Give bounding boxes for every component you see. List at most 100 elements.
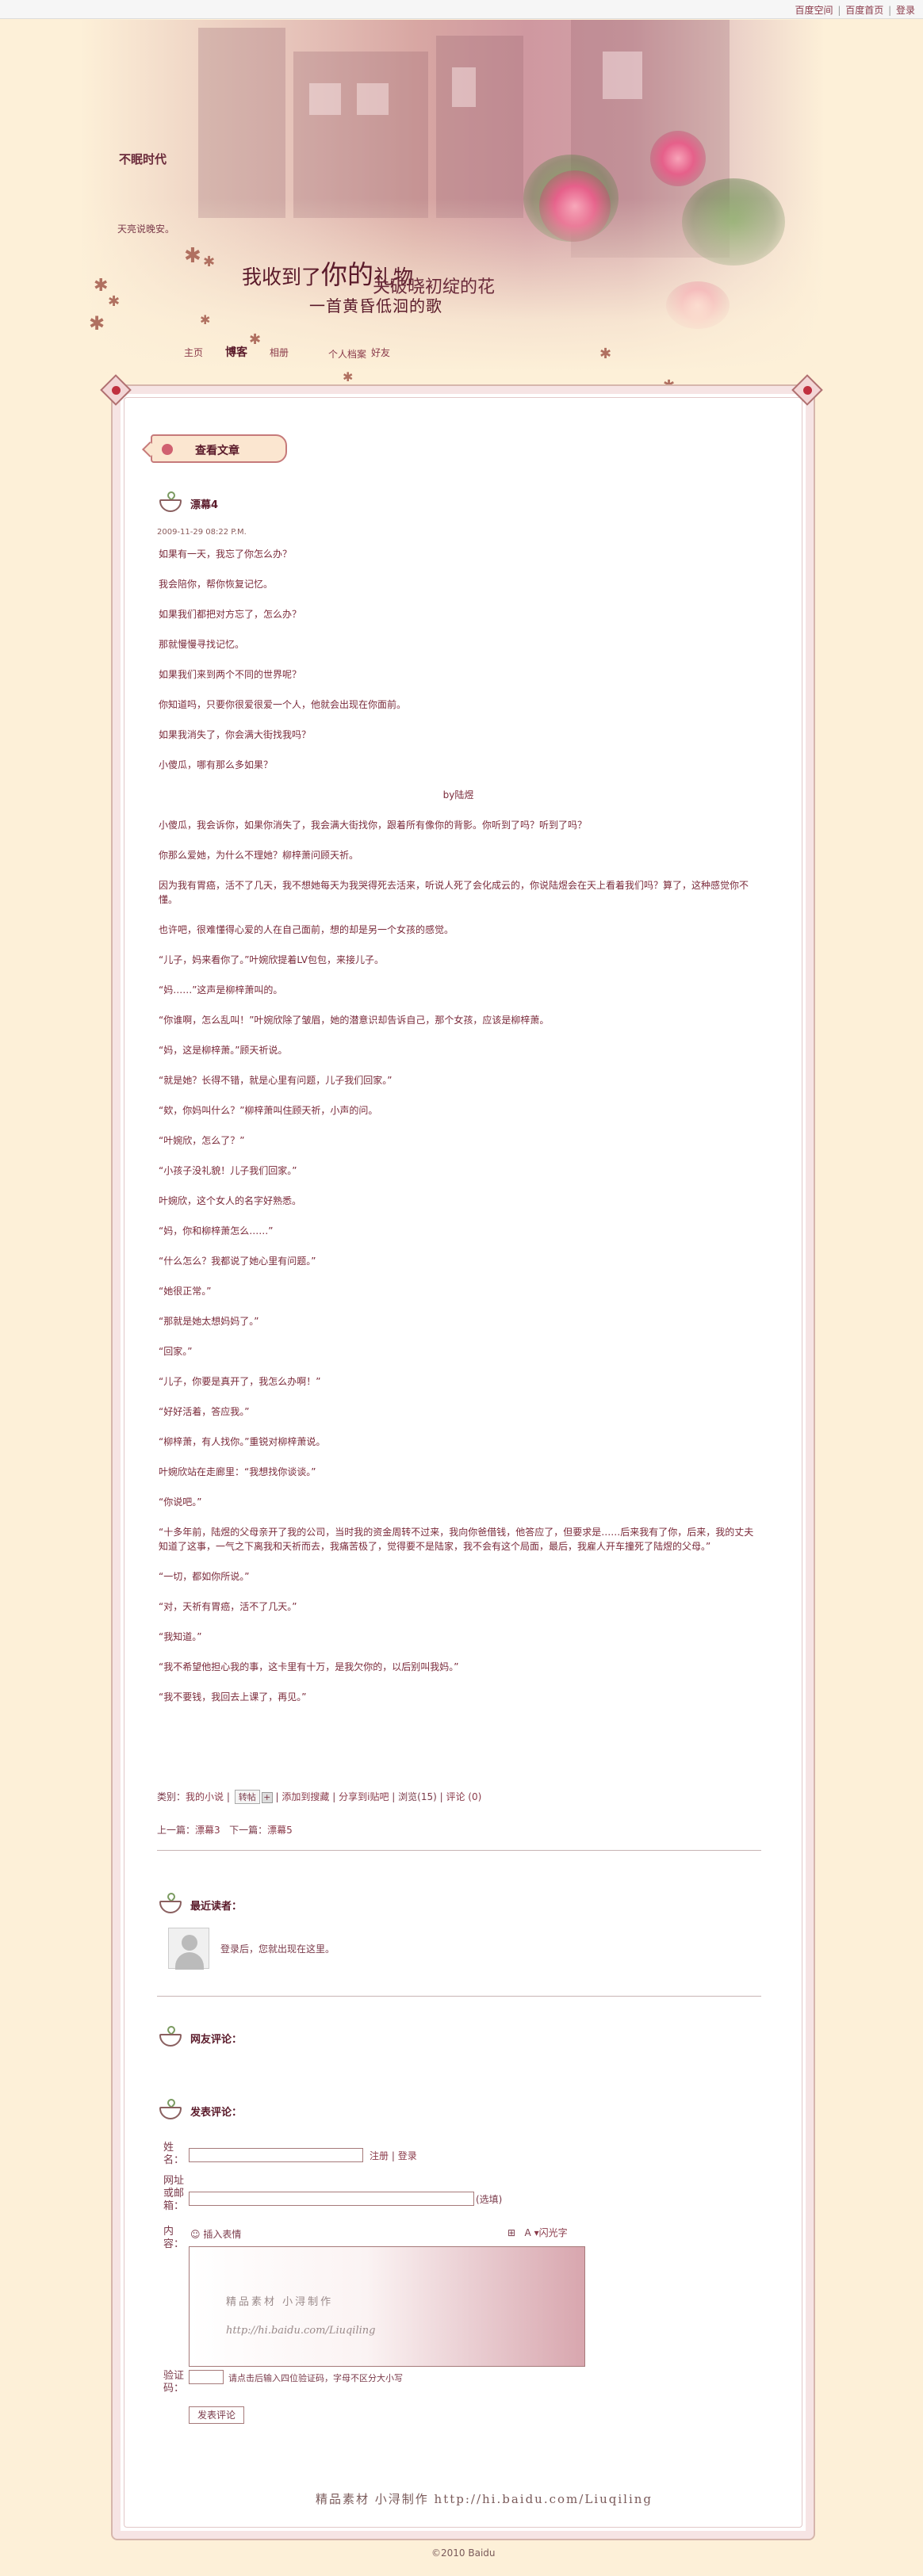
post-paragraph: “那就是她太想妈妈了。” — [159, 1316, 259, 1327]
separator: | — [888, 5, 892, 16]
post-paragraph: 小傻瓜，哪有那么多如果？ — [159, 759, 274, 770]
flash-text-label: 闪光字 — [538, 2227, 568, 2238]
submit-comment-button[interactable]: 发表评论 — [189, 2406, 244, 2424]
post-paragraph: 也许吧，很难懂得心爱的人在自己面前，想的却是另一个女孩的感觉。 — [159, 924, 454, 935]
login-link[interactable]: 登录 — [398, 2150, 417, 2161]
site-description: 天亮说晚安。 — [117, 224, 175, 235]
star-decoration: ✱ — [184, 244, 201, 268]
flower-icon — [162, 444, 173, 455]
banner-building — [198, 28, 285, 218]
post-paragraph: “你说吧。” — [159, 1496, 202, 1508]
avatar — [168, 1928, 209, 1970]
post-date: 2009-11-29 08:22 P.M. — [157, 528, 247, 537]
post-paragraph: “好好活着，答应我。” — [159, 1406, 250, 1417]
add-favorite-link[interactable]: 添加到搜藏 — [281, 1791, 329, 1802]
content-label: 内容： — [163, 2226, 185, 2250]
post-paragraph: 小傻瓜，我会诉你，如果你消失了，我会满大街找你，跟着所有像你的背影。你听到了吗？… — [159, 820, 588, 831]
textarea-watermark: http://hi.baidu.com/Liuqiling — [226, 2325, 376, 2337]
post-paragraph: “我不要钱，我回去上课了，再见。” — [159, 1691, 307, 1703]
post-paragraph: 如果我消失了，你会满大街找我吗？ — [159, 729, 312, 740]
post-paragraph: 如果有一天，我忘了你怎么办？ — [159, 548, 293, 560]
teapot-icon — [157, 489, 184, 514]
post-paragraph: 我会陪你，帮你恢复记忆。 — [159, 579, 274, 590]
next-post-link[interactable]: 漂幕5 — [267, 1825, 293, 1836]
category-link[interactable]: 我的小说 — [186, 1791, 224, 1802]
name-label: 姓名： — [163, 2142, 185, 2166]
post-paragraph: “她很正常。” — [159, 1286, 212, 1297]
star-decoration: ✱ — [343, 369, 354, 384]
captcha-input[interactable] — [189, 2370, 224, 2384]
post-paragraph: “你谁啊，怎么乱叫！”叶婉欣除了皱眉，她的潜意识却告诉自己，那个女孩，应该是柳梓… — [159, 1015, 550, 1026]
post-paragraph: 如果我们都把对方忘了，怎么办？ — [159, 609, 302, 620]
star-decoration: ✱ — [249, 331, 262, 348]
category-header: 查看文章 — [142, 434, 287, 463]
star-decoration: ✱ — [94, 276, 109, 296]
register-login-links: 注册 | 登录 — [370, 2150, 417, 2161]
nav-profile[interactable]: 个人档案 — [328, 347, 366, 361]
link-baidu-space[interactable]: 百度空间 — [795, 5, 833, 16]
slogan-line-3: 一首黄昏低洄的歌 — [309, 296, 442, 315]
next-label: 下一篇： — [229, 1825, 268, 1836]
post-meta: 类别：我的小说 | 转帖 + | 添加到搜藏 | 分享到i贴吧 | 浏览(15) … — [157, 1790, 482, 1804]
post-paragraph: “妈，这是柳梓萧。”顾天祈说。 — [159, 1045, 288, 1056]
insert-emote[interactable]: ☺ 插入表情 — [190, 2227, 241, 2241]
comment-form-title: 发表评论： — [190, 2107, 243, 2119]
teapot-icon — [157, 2096, 184, 2121]
footer-signature: 精品素材 小浔制作 http://hi.baidu.com/Liuqiling — [316, 2492, 653, 2506]
comment-textarea[interactable]: 精品素材 小浔制作 http://hi.baidu.com/Liuqiling — [189, 2246, 585, 2367]
link-baidu-home[interactable]: 百度首页 — [845, 5, 883, 16]
teapot-icon — [157, 1890, 184, 1915]
banner-slogan: 我收到了你的礼物 关破晓初绽的花 一首黄昏低洄的歌 — [242, 254, 504, 325]
expand-icon[interactable]: ⊞ — [507, 2227, 515, 2238]
post-body: 如果有一天，我忘了你怎么办？ 我会陪你，帮你恢复记忆。如果我们都把对方忘了，怎么办… — [159, 547, 758, 1720]
star-decoration: ✱ — [89, 312, 105, 334]
nav-album[interactable]: 相册 — [270, 346, 289, 359]
visitors-title: 最近读者： — [190, 1901, 243, 1913]
post-paragraph: 叶婉欣，这个女人的名字好熟悉。 — [159, 1195, 302, 1206]
post-paragraph: 如果我们来到两个不同的世界呢？ — [159, 669, 302, 680]
post-paragraph: “妈……”这声是柳梓萧叫的。 — [159, 984, 283, 996]
slogan-text: 你的 — [321, 259, 374, 290]
url-label: 网址或邮箱： — [163, 2175, 185, 2212]
post-paragraph: “对，天祈有胃癌，活不了几天。” — [159, 1601, 297, 1612]
post-paragraph: “十多年前，陆煜的父母亲开了我的公司，当时我的资金周转不过来，我向你爸借钱，他答… — [159, 1527, 754, 1552]
visitor-message: 登录后，您就出现在这里。 — [220, 1943, 335, 1955]
category-title: 查看文章 — [195, 445, 239, 457]
plus-icon[interactable]: + — [261, 1791, 273, 1803]
top-links: 百度空间 | 百度首页 | 登录 — [795, 3, 915, 17]
post-paragraph: “儿子，你要是真开了，我怎么办啊！” — [159, 1376, 321, 1387]
post-paragraph: “什么怎么？我都说了她心里有问题。” — [159, 1256, 316, 1267]
flash-text-link[interactable]: ▾闪光字 — [534, 2227, 568, 2238]
optional-hint: (选填) — [476, 2194, 503, 2205]
post-paragraph: “就是她？长得不错，就是心里有问题，儿子我们回家。” — [159, 1075, 393, 1086]
banner-window — [452, 67, 476, 107]
textarea-watermark: 精品素材 小浔制作 — [226, 2296, 334, 2308]
star-decoration: ✱ — [203, 254, 216, 270]
site-title[interactable]: 不眠时代 — [119, 151, 167, 167]
frame-corner-ornament — [790, 373, 825, 407]
share-tieba-link[interactable]: 分享到i贴吧 — [339, 1791, 389, 1802]
font-icon[interactable]: A — [525, 2227, 531, 2238]
post-paragraph: 那就慢慢寻找记忆。 — [159, 639, 245, 650]
link-login[interactable]: 登录 — [896, 5, 915, 16]
nav-friends[interactable]: 好友 — [371, 346, 390, 359]
post-paragraph: “儿子，妈来看你了。”叶婉欣提着LV包包，来接儿子。 — [159, 954, 385, 965]
divider — [157, 1996, 761, 1997]
prev-post-link[interactable]: 漂幕3 — [195, 1825, 220, 1836]
post-paragraph: 你那么爱她，为什么不理她？柳梓萧问顾天祈。 — [159, 850, 359, 861]
url-input[interactable] — [189, 2192, 474, 2206]
prev-label: 上一篇： — [157, 1825, 196, 1836]
divider — [157, 1850, 761, 1851]
captcha-hint: 请点击后输入四位验证码，字母不区分大小写 — [228, 2373, 403, 2383]
nav-home[interactable]: 主页 — [184, 346, 203, 359]
post-paragraph: 因为我有胃癌，活不了几天，我不想她每天为我哭得死去活来，听说人死了会化成云的，你… — [159, 880, 749, 905]
nav-blog[interactable]: 博客 — [225, 344, 247, 360]
captcha-label: 验证码： — [163, 2370, 185, 2394]
tag-button[interactable]: 转帖 — [234, 1790, 260, 1804]
register-link[interactable]: 注册 — [370, 2150, 389, 2161]
post-paragraph: “小孩子没礼貌！儿子我们回家。” — [159, 1165, 297, 1176]
post-paragraph: “欸，你妈叫什么？”柳梓萧叫住顾天祈，小声的问。 — [159, 1105, 378, 1116]
star-decoration: ✱ — [599, 346, 612, 362]
name-input[interactable] — [189, 2148, 363, 2162]
comment-count-link[interactable]: 评论 (0) — [446, 1791, 481, 1802]
